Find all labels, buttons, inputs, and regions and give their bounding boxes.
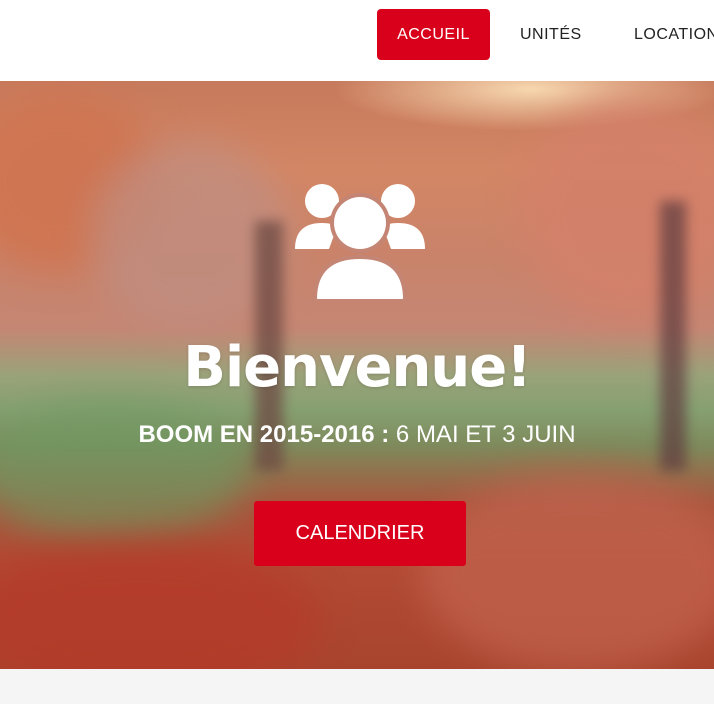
nav-item-location[interactable]: LOCATION bbox=[634, 9, 714, 60]
nav-item-accueil[interactable]: ACCUEIL bbox=[377, 9, 490, 60]
hero-title: Bienvenue! bbox=[183, 335, 531, 400]
hero-content: Bienvenue! BOOM EN 2015-2016 : 6 MAI ET … bbox=[0, 81, 714, 669]
content-section bbox=[0, 669, 714, 704]
users-group-icon bbox=[295, 184, 425, 301]
hero-banner: Bienvenue! BOOM EN 2015-2016 : 6 MAI ET … bbox=[0, 81, 714, 669]
nav-item-unites[interactable]: UNITÉS bbox=[520, 9, 582, 60]
hero-subtitle: BOOM EN 2015-2016 : 6 MAI ET 3 JUIN bbox=[0, 421, 714, 449]
top-navbar: ACCUEIL UNITÉS LOCATION bbox=[0, 0, 714, 81]
subtitle-strong: BOOM EN 2015-2016 : bbox=[138, 421, 390, 448]
calendar-button[interactable]: CALENDRIER bbox=[254, 501, 466, 566]
subtitle-dates: 6 MAI ET 3 JUIN bbox=[395, 421, 576, 448]
